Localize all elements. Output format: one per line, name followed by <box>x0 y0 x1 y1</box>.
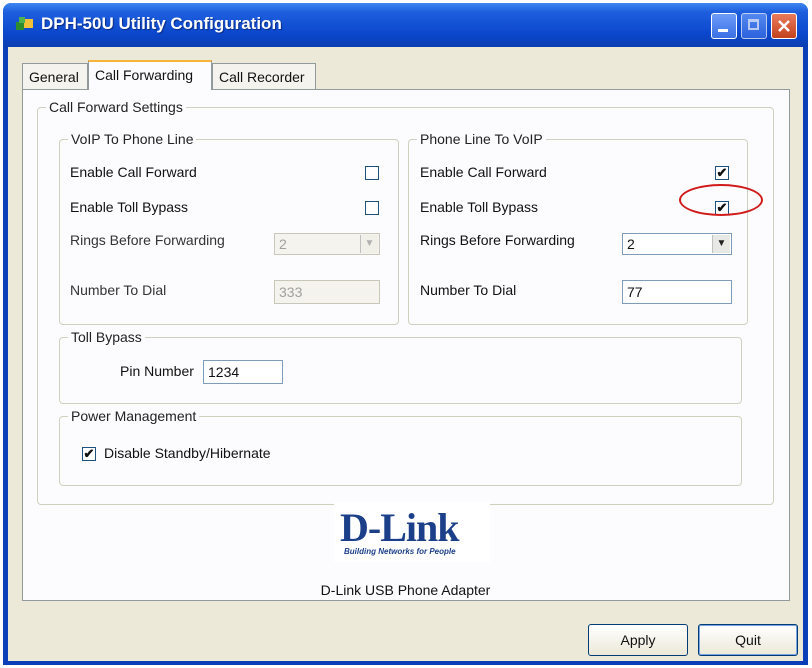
voip-to-phone-label: VoIP To Phone Line <box>68 131 197 147</box>
call-forward-settings-label: Call Forward Settings <box>46 99 186 115</box>
tab-call-recorder[interactable]: Call Recorder <box>212 63 316 89</box>
quit-button[interactable]: Quit <box>698 624 798 656</box>
voip-rings-value: 2 <box>279 236 287 252</box>
phone-enable-call-forward-checkbox[interactable]: ✔ <box>715 166 729 180</box>
voip-rings-label: Rings Before Forwarding <box>70 232 225 248</box>
phone-enable-call-forward-label: Enable Call Forward <box>420 164 547 180</box>
dlink-logo: D-Link Building Networks for People <box>334 502 490 562</box>
phone-number-input[interactable]: 77 <box>622 280 732 304</box>
phone-to-voip-group: Phone Line To VoIP Enable Call Forward ✔… <box>408 131 748 325</box>
power-management-label: Power Management <box>68 408 200 424</box>
close-button[interactable] <box>771 13 797 39</box>
close-icon <box>778 20 790 32</box>
apply-button[interactable]: Apply <box>588 624 688 656</box>
voip-enable-toll-bypass-label: Enable Toll Bypass <box>70 199 189 215</box>
voip-number-label: Number To Dial <box>70 282 167 298</box>
voip-to-phone-group: VoIP To Phone Line Enable Call Forward E… <box>59 131 399 325</box>
toll-bypass-label: Toll Bypass <box>68 329 145 345</box>
window-title: DPH-50U Utility Configuration <box>41 14 282 33</box>
tab-call-forwarding[interactable]: Call Forwarding <box>88 60 212 90</box>
phone-enable-toll-bypass-label: Enable Toll Bypass <box>420 199 539 215</box>
phone-number-label: Number To Dial <box>420 282 517 298</box>
call-forward-settings-group: Call Forward Settings VoIP To Phone Line… <box>37 99 774 505</box>
logo-brand: D-Link <box>340 505 459 550</box>
title-bar[interactable]: DPH-50U Utility Configuration <box>3 3 808 47</box>
phone-rings-value: 2 <box>627 236 635 252</box>
chevron-down-icon: ▼ <box>360 235 378 253</box>
chevron-down-icon[interactable]: ▼ <box>712 235 730 253</box>
phone-rings-label: Rings Before Forwarding <box>420 232 575 248</box>
toll-bypass-group: Toll Bypass Pin Number 1234 <box>59 329 742 404</box>
logo-tagline: Building Networks for People <box>344 547 456 556</box>
maximize-button[interactable] <box>741 13 767 39</box>
disable-standby-label[interactable]: Disable Standby/Hibernate <box>104 445 271 461</box>
voip-enable-call-forward-label: Enable Call Forward <box>70 164 197 180</box>
voip-rings-select[interactable]: 2 ▼ <box>274 233 380 255</box>
maximize-icon <box>748 19 759 30</box>
voip-enable-call-forward-checkbox[interactable] <box>365 166 379 180</box>
phone-to-voip-label: Phone Line To VoIP <box>417 131 546 147</box>
dialog-body: General Call Forwarding Call Recorder Ca… <box>8 47 803 661</box>
pin-number-input[interactable]: 1234 <box>203 360 283 384</box>
app-icon <box>16 17 33 30</box>
highlight-circle <box>679 184 763 216</box>
power-management-group: Power Management ✔ Disable Standby/Hiber… <box>59 408 742 486</box>
minimize-button[interactable] <box>711 13 737 39</box>
product-name: D-Link USB Phone Adapter <box>320 582 491 598</box>
disable-standby-checkbox[interactable]: ✔ <box>82 447 96 461</box>
tab-general[interactable]: General <box>22 63 88 89</box>
app-window: DPH-50U Utility Configuration General Ca… <box>3 3 808 665</box>
minimize-icon <box>718 29 728 32</box>
phone-rings-select[interactable]: 2 ▼ <box>622 233 732 255</box>
voip-number-input[interactable]: 333 <box>274 280 380 304</box>
pin-number-label: Pin Number <box>120 363 194 379</box>
voip-enable-toll-bypass-checkbox[interactable] <box>365 201 379 215</box>
